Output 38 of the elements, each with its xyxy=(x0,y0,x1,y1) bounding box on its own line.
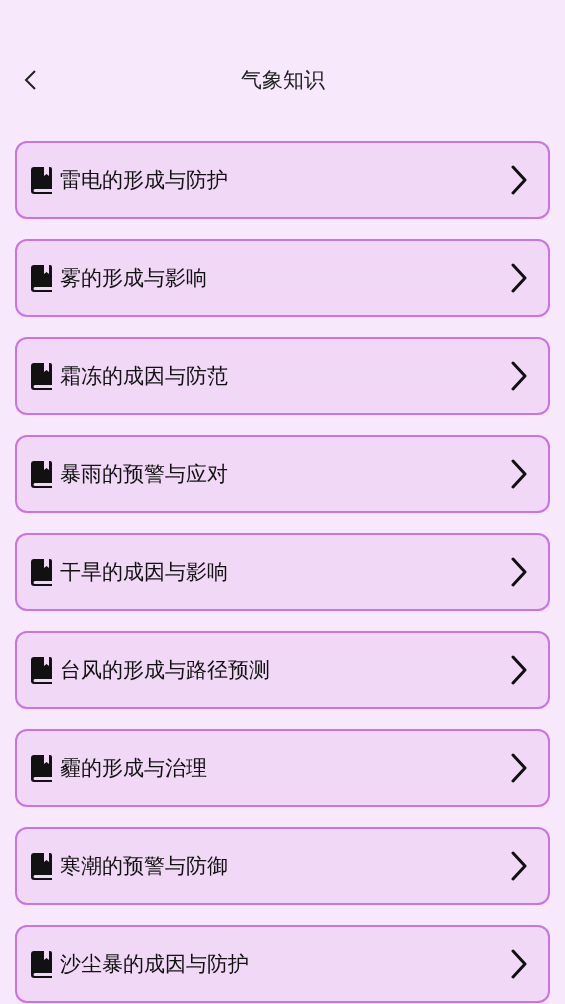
chevron-right-icon xyxy=(510,263,528,293)
topic-label: 寒潮的预警与防御 xyxy=(60,853,229,880)
topic-list-item[interactable]: 台风的形成与路径预测 xyxy=(15,631,550,709)
topic-list-item[interactable]: 雷电的形成与防护 xyxy=(15,141,550,219)
chevron-right-icon xyxy=(510,459,528,489)
book-icon xyxy=(31,460,52,488)
topic-list-item[interactable]: 雾的形成与影响 xyxy=(15,239,550,317)
topic-label: 雾的形成与影响 xyxy=(60,265,208,292)
page-title: 气象知识 xyxy=(240,67,325,94)
topic-list-item[interactable]: 沙尘暴的成因与防护 xyxy=(15,925,550,1003)
topic-label: 暴雨的预警与应对 xyxy=(60,461,229,488)
book-icon xyxy=(31,950,52,978)
topic-label: 霜冻的成因与防范 xyxy=(60,363,229,390)
topic-label: 干旱的成因与影响 xyxy=(60,559,229,586)
topic-label: 台风的形成与路径预测 xyxy=(60,657,271,684)
book-icon xyxy=(31,558,52,586)
book-icon xyxy=(31,166,52,194)
topic-list-item[interactable]: 霜冻的成因与防范 xyxy=(15,337,550,415)
chevron-right-icon xyxy=(510,557,528,587)
book-icon xyxy=(31,656,52,684)
topic-list-item[interactable]: 暴雨的预警与应对 xyxy=(15,435,550,513)
topic-label: 沙尘暴的成因与防护 xyxy=(60,951,250,978)
chevron-right-icon xyxy=(510,851,528,881)
chevron-right-icon xyxy=(510,949,528,979)
topic-label: 雷电的形成与防护 xyxy=(60,167,229,194)
book-icon xyxy=(31,852,52,880)
book-icon xyxy=(31,264,52,292)
chevron-right-icon xyxy=(510,655,528,685)
topic-label: 霾的形成与治理 xyxy=(60,755,208,782)
chevron-right-icon xyxy=(510,165,528,195)
back-icon[interactable] xyxy=(23,69,37,91)
topic-list-item[interactable]: 寒潮的预警与防御 xyxy=(15,827,550,905)
topic-list-item[interactable]: 霾的形成与治理 xyxy=(15,729,550,807)
book-icon xyxy=(31,754,52,782)
chevron-right-icon xyxy=(510,753,528,783)
topic-list-item[interactable]: 干旱的成因与影响 xyxy=(15,533,550,611)
chevron-right-icon xyxy=(510,361,528,391)
book-icon xyxy=(31,362,52,390)
